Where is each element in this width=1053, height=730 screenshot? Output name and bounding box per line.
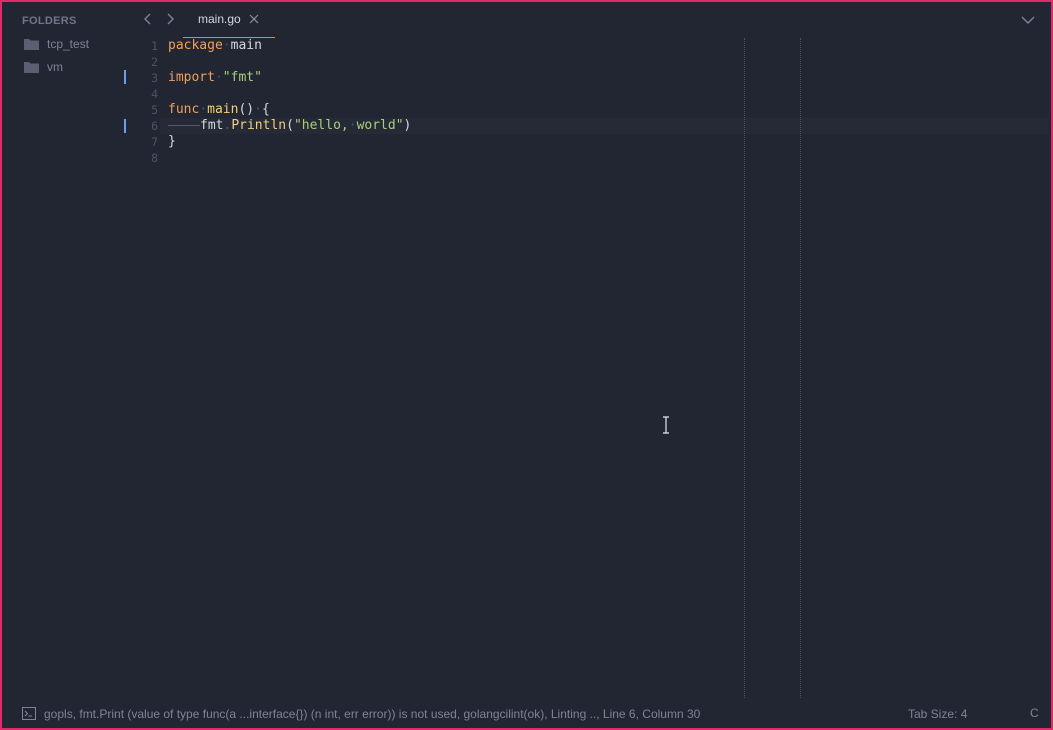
tab-label: main.go (198, 12, 241, 26)
folder-label: vm (47, 60, 63, 74)
status-bar: gopls, fmt.Print (value of type func(a .… (2, 698, 1051, 728)
status-message: gopls, fmt.Print (value of type func(a .… (44, 707, 701, 721)
sidebar: FOLDERS tcp_test vm (2, 2, 132, 698)
line-number: 3 (151, 71, 158, 85)
modified-line-marker (124, 119, 126, 133)
folder-icon (24, 39, 39, 50)
code-line: fmt.Println("hello,·world") (168, 118, 411, 134)
line-number: 7 (151, 135, 158, 149)
sidebar-item-vm[interactable]: vm (24, 58, 63, 76)
status-extra: C (1030, 706, 1039, 720)
ruler-line (800, 38, 801, 698)
line-number: 5 (151, 103, 158, 117)
folder-label: tcp_test (47, 37, 90, 51)
folder-icon (24, 62, 39, 73)
line-number: 2 (151, 55, 158, 69)
terminal-icon[interactable] (22, 707, 36, 720)
line-number: 6 (151, 119, 158, 133)
line-number: 4 (151, 87, 158, 101)
folders-title: FOLDERS (22, 15, 77, 27)
code-line: } (168, 134, 176, 149)
nav-forward-icon[interactable] (162, 10, 178, 28)
code-line: func·main()·{ (168, 102, 270, 117)
editor[interactable]: 1 2 3 4 5 6 7 8 package·main import·"fmt… (124, 38, 1051, 698)
tab-size-indicator[interactable]: Tab Size: 4 (908, 707, 967, 721)
close-icon[interactable] (249, 14, 259, 24)
modified-line-marker (124, 70, 126, 84)
sidebar-item-tcp-test[interactable]: tcp_test (24, 35, 89, 53)
text-cursor-icon (663, 416, 669, 434)
ruler-line (744, 38, 745, 698)
nav-back-icon[interactable] (140, 10, 156, 28)
chevron-down-icon[interactable] (1020, 12, 1036, 28)
code-line: package·main (168, 38, 262, 53)
line-number: 1 (151, 39, 158, 53)
line-number: 8 (151, 151, 158, 165)
tab-main-go[interactable]: main.go (183, 4, 275, 38)
code-line: import·"fmt" (168, 70, 262, 85)
